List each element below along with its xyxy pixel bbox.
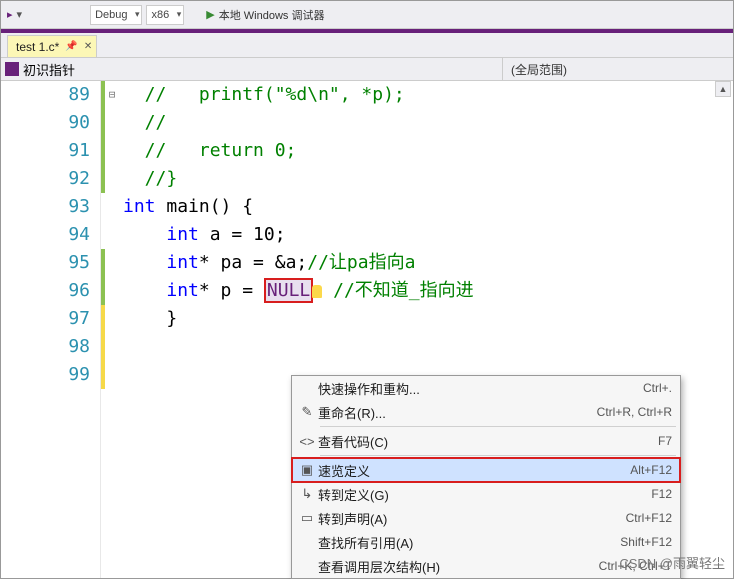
play-icon[interactable]: ▶	[206, 8, 214, 21]
line-number: 95	[1, 249, 90, 277]
context-menu: 快速操作和重构...Ctrl+.✎重命名(R)...Ctrl+R, Ctrl+R…	[291, 375, 681, 579]
code-line[interactable]: int* pa = &a;//让pa指向a	[123, 249, 733, 277]
nav-scope-right[interactable]: (全局范围)	[503, 58, 733, 80]
menu-item[interactable]: <>查看代码(C)F7	[292, 429, 680, 453]
code-line[interactable]: // return 0;	[123, 137, 733, 165]
menu-item-label: 转到定义(G)	[318, 485, 651, 504]
menu-item[interactable]: ✎重命名(R)...Ctrl+R, Ctrl+R	[292, 400, 680, 424]
code-line[interactable]: // printf("%d\n", *p);	[123, 81, 733, 109]
menu-item-label: 查找所有引用(A)	[318, 533, 620, 552]
menu-item-label: 速览定义	[318, 461, 630, 480]
menu-item[interactable]: ▣速览定义Alt+F12	[292, 458, 680, 482]
line-number: 93	[1, 193, 90, 221]
scroll-up-button[interactable]: ▲	[715, 81, 731, 97]
active-tab[interactable]: test 1.c* 📌 ✕	[7, 35, 97, 57]
document-tabs: test 1.c* 📌 ✕	[1, 33, 733, 57]
line-number: 98	[1, 333, 90, 361]
menu-item-shortcut: Ctrl+F12	[626, 511, 672, 525]
line-number: 94	[1, 221, 90, 249]
menu-item-icon: <>	[296, 434, 318, 449]
menu-item[interactable]: 快速操作和重构...Ctrl+.	[292, 376, 680, 400]
menu-item-label: 重命名(R)...	[318, 403, 597, 422]
menu-item[interactable]: ▭转到声明(A)Ctrl+F12	[292, 506, 680, 530]
cpp-icon	[5, 62, 19, 76]
menu-item[interactable]: 查找所有引用(A)Shift+F12	[292, 530, 680, 554]
menu-item-icon: ✎	[296, 404, 318, 420]
menu-item-shortcut: Shift+F12	[620, 535, 672, 549]
code-line[interactable]: }	[123, 305, 733, 333]
line-number: 96	[1, 277, 90, 305]
line-number: 91	[1, 137, 90, 165]
menu-item-label: 查看代码(C)	[318, 432, 658, 451]
menu-separator	[320, 455, 676, 456]
line-number: 99	[1, 361, 90, 389]
nav-right-label: (全局范围)	[511, 61, 567, 78]
line-number-gutter: 8990919293949596979899	[1, 81, 101, 578]
menu-item[interactable]: ↳转到定义(G)F12	[292, 482, 680, 506]
tab-filename: test 1.c*	[16, 40, 59, 54]
menu-item-shortcut: F12	[651, 487, 672, 501]
code-line[interactable]: //}	[123, 165, 733, 193]
line-number: 92	[1, 165, 90, 193]
code-line[interactable]: int a = 10;	[123, 221, 733, 249]
line-number: 97	[1, 305, 90, 333]
menu-item-icon: ▭	[296, 510, 318, 526]
menu-item-shortcut: Ctrl+R, Ctrl+R	[597, 405, 672, 419]
menu-separator	[320, 426, 676, 427]
line-number: 89	[1, 81, 90, 109]
config-dropdown[interactable]: Debug	[90, 5, 142, 25]
menu-item-shortcut: Ctrl+.	[643, 381, 672, 395]
menu-item-label: 转到声明(A)	[318, 509, 626, 528]
menu-item-icon: ▣	[296, 462, 318, 478]
navigation-bar: 初识指针 (全局范围)	[1, 57, 733, 81]
platform-dropdown[interactable]: x86	[146, 5, 184, 25]
close-icon[interactable]: ✕	[84, 41, 92, 52]
watermark: CSDN @雨翼轻尘	[619, 553, 725, 572]
fold-column[interactable]: ⊟	[105, 81, 119, 578]
menu-item-shortcut: Alt+F12	[630, 463, 672, 477]
run-button-label[interactable]: 本地 Windows 调试器	[219, 7, 325, 23]
pin-icon[interactable]: 📌	[65, 41, 77, 52]
menu-item-shortcut: F7	[658, 434, 672, 448]
menu-item-label: 快速操作和重构...	[318, 379, 643, 398]
menu-item-icon: ↳	[296, 486, 318, 502]
fold-toggle[interactable]: ⊟	[105, 81, 119, 109]
code-line[interactable]: int* p = NULL //不知道_指向进	[123, 277, 733, 305]
code-line[interactable]: int main() {	[123, 193, 733, 221]
menu-item-label: 查看调用层次结构(H)	[318, 557, 599, 576]
nav-left-label: 初识指针	[23, 60, 75, 79]
top-toolbar: ▸ ▾ Debug x86 ▶ 本地 Windows 调试器	[1, 1, 733, 29]
code-line[interactable]: //	[123, 109, 733, 137]
line-number: 90	[1, 109, 90, 137]
nav-scope-left[interactable]: 初识指针	[1, 58, 503, 80]
